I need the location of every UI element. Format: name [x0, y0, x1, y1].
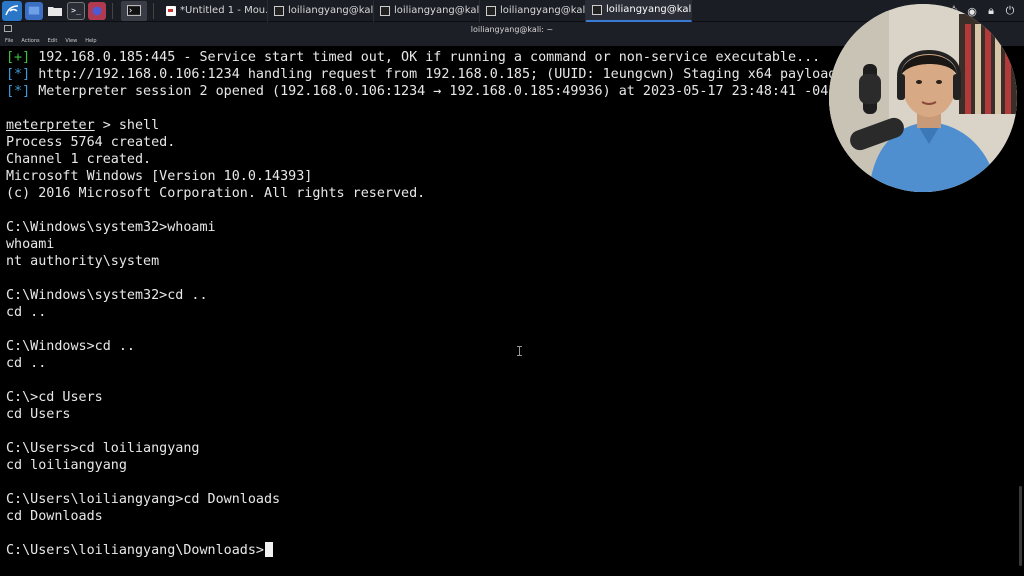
taskbar-tab-terminal[interactable]: loiliangyang@kali:... [374, 0, 480, 22]
terminal-icon [592, 4, 602, 15]
terminal-line: cd .. [6, 304, 836, 321]
terminal-line: meterpreter > shell [6, 117, 836, 134]
terminal-line: C:\Windows\system32>whoami [6, 219, 836, 236]
terminal-line-text: C:\Windows\system32>whoami [6, 220, 216, 235]
terminal-line: cd Users [6, 406, 836, 423]
taskbar-tab-label: loiliangyang@kali:... [288, 5, 374, 16]
terminal-line: [*] Meterpreter session 2 opened (192.16… [6, 83, 836, 100]
status-tag: [+] [6, 50, 31, 65]
terminal-line: Channel 1 created. [6, 151, 836, 168]
menu-view[interactable]: View [65, 38, 77, 44]
terminal-cursor [264, 542, 273, 557]
terminal-line: cd loiliangyang [6, 457, 836, 474]
menu-actions[interactable]: Actions [21, 38, 39, 44]
terminal-line: cd .. [6, 355, 836, 372]
terminal-line-text: (c) 2016 Microsoft Corporation. All righ… [6, 186, 426, 201]
terminal-line-text: Process 5764 created. [6, 135, 176, 150]
power-icon[interactable]: ⏻ [1004, 4, 1016, 18]
terminal-line-text: cd .. [6, 356, 47, 371]
workspace-terminal-icon[interactable] [121, 0, 147, 21]
terminal-line-text: > shell [94, 118, 160, 133]
terminal-icon [380, 5, 390, 16]
terminal-line: Process 5764 created. [6, 134, 836, 151]
terminal-line: cd Downloads [6, 508, 836, 525]
taskbar-tab-terminal[interactable]: loiliangyang@kali:... [480, 0, 586, 22]
taskbar-tab-label: *Untitled 1 - Mou... [180, 5, 268, 16]
webcam-overlay [829, 4, 1017, 192]
terminal-line-text: whoami [6, 237, 55, 252]
terminal-line: [+] 192.168.0.185:445 - Service start ti… [6, 49, 836, 66]
terminal-line-text: C:\Users>cd loiliangyang [6, 441, 200, 456]
document-icon [166, 5, 176, 16]
terminal-line-text: nt authority\system [6, 254, 160, 269]
taskbar-tab-mousepad[interactable]: *Untitled 1 - Mou... [160, 0, 268, 22]
terminal-line-text: C:\Windows\system32>cd .. [6, 288, 208, 303]
window-title: loiliangyang@kali: ~ [470, 24, 554, 34]
terminal-line: (c) 2016 Microsoft Corporation. All righ… [6, 185, 836, 202]
terminal-lines: [+] 192.168.0.185:445 - Service start ti… [6, 49, 836, 559]
terminal-line-text: cd .. [6, 305, 47, 320]
terminal-line-text: Meterpreter session 2 opened (192.168.0.… [30, 84, 829, 99]
text-cursor-icon [517, 346, 522, 356]
terminal-line-text: cd Downloads [6, 509, 103, 524]
terminal-line: [*] http://192.168.0.106:1234 handling r… [6, 66, 836, 83]
terminal-line: C:\Windows\system32>cd .. [6, 287, 836, 304]
terminal-scrollbar[interactable] [1019, 486, 1022, 566]
terminal-line: nt authority\system [6, 253, 836, 270]
kali-menu-icon[interactable] [2, 0, 22, 21]
terminal-line-text: 192.168.0.185:445 - Service start timed … [30, 50, 821, 65]
terminal-line-text: http://192.168.0.106:1234 handling reque… [30, 67, 837, 82]
meterpreter-prompt: meterpreter [6, 118, 95, 133]
terminal-line-text: Microsoft Windows [Version 10.0.14393] [6, 169, 313, 184]
file-manager-icon[interactable] [46, 2, 64, 20]
lock-icon[interactable]: 🔒︎ [985, 4, 997, 18]
terminal-line-text: cd loiliangyang [6, 458, 127, 473]
status-tag: [*] [6, 67, 31, 82]
terminal-icon [274, 5, 284, 16]
taskbar-tab-terminal-active[interactable]: loiliangyang@kali:... [586, 0, 692, 22]
terminal-line-text: C:\Users\loiliangyang>cd Downloads [6, 492, 281, 507]
terminal-line: C:\Windows>cd .. [6, 338, 836, 355]
terminal-line: Microsoft Windows [Version 10.0.14393] [6, 168, 836, 185]
status-tag: [*] [6, 84, 31, 99]
terminal-line: C:\Users\loiliangyang\Downloads> [6, 542, 836, 559]
menu-edit[interactable]: Edit [48, 38, 58, 44]
taskbar-separator [112, 2, 113, 19]
terminal-line-text: C:\Windows>cd .. [6, 339, 135, 354]
menu-help[interactable]: Help [85, 38, 96, 44]
terminal-line: C:\>cd Users [6, 389, 836, 406]
browser-icon[interactable] [88, 1, 106, 20]
terminal-launcher-icon[interactable]: >_ [67, 1, 85, 20]
terminal-line: whoami [6, 236, 836, 253]
desktop-icon[interactable] [25, 1, 43, 20]
terminal-line-text: cd Users [6, 407, 71, 422]
terminal-line: C:\Users\loiliangyang>cd Downloads [6, 491, 836, 508]
terminal-line-text: C:\>cd Users [6, 390, 103, 405]
terminal-line-text: C:\Users\loiliangyang\Downloads> [6, 543, 264, 558]
taskbar-tab-terminal[interactable]: loiliangyang@kali:... [268, 0, 374, 22]
menu-file[interactable]: File [5, 38, 13, 44]
taskbar-tab-label: loiliangyang@kali:... [394, 5, 480, 16]
terminal-line-text: Channel 1 created. [6, 152, 152, 167]
taskbar-tab-label: loiliangyang@kali:... [606, 4, 692, 15]
window-icon [4, 25, 12, 32]
presenter-image [829, 4, 1017, 192]
terminal-icon [486, 5, 496, 16]
taskbar-tab-label: loiliangyang@kali:... [500, 5, 586, 16]
terminal-line: C:\Users>cd loiliangyang [6, 440, 836, 457]
taskbar-separator [153, 2, 154, 19]
